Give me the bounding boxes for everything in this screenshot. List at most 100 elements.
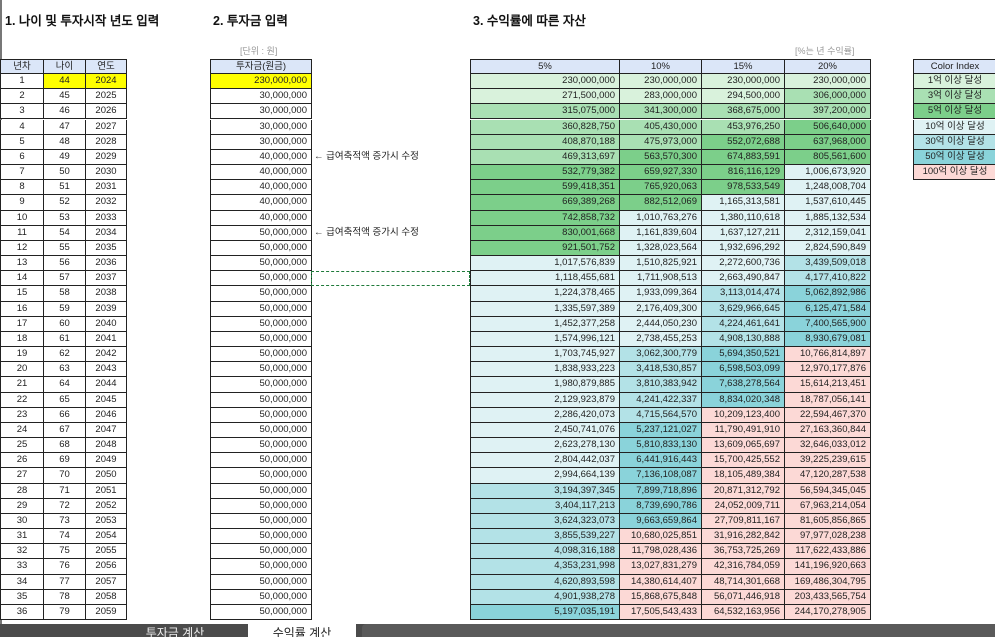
asset-value-cell[interactable]: 3,810,383,942	[619, 377, 702, 393]
table-cell[interactable]: 47	[43, 119, 86, 135]
asset-value-cell[interactable]: 42,316,784,059	[701, 559, 785, 575]
asset-value-cell[interactable]: 244,170,278,905	[784, 604, 871, 621]
table-cell[interactable]: 52	[43, 195, 86, 211]
table-cell[interactable]: 50	[43, 165, 86, 181]
investment-cell[interactable]: 50,000,000	[210, 559, 312, 575]
investment-cell[interactable]: 50,000,000	[210, 468, 312, 484]
table-cell[interactable]: 78	[43, 589, 86, 605]
asset-value-cell[interactable]: 360,828,750	[470, 119, 620, 135]
asset-value-cell[interactable]: 2,623,278,130	[470, 438, 620, 454]
asset-value-cell[interactable]: 1,933,099,364	[619, 286, 702, 302]
asset-value-cell[interactable]: 3,855,539,227	[470, 529, 620, 545]
table-cell[interactable]: 25	[0, 438, 44, 454]
table-cell[interactable]: 22	[0, 392, 44, 408]
asset-value-cell[interactable]: 4,620,893,598	[470, 574, 620, 590]
investment-cell[interactable]: 50,000,000	[210, 392, 312, 408]
investment-cell[interactable]: 230,000,000	[210, 74, 312, 90]
asset-value-cell[interactable]: 4,353,231,998	[470, 559, 620, 575]
asset-value-cell[interactable]: 10,680,025,851	[619, 529, 702, 545]
asset-value-cell[interactable]: 31,916,282,842	[701, 529, 785, 545]
table-cell[interactable]: 61	[43, 331, 86, 348]
asset-value-cell[interactable]: 816,116,129	[701, 165, 785, 181]
investment-cell[interactable]: 50,000,000	[210, 498, 312, 514]
table-cell[interactable]: 53	[43, 210, 86, 226]
investment-cell[interactable]: 50,000,000	[210, 438, 312, 454]
asset-value-cell[interactable]: 306,000,000	[784, 89, 871, 105]
table-cell[interactable]: 21	[0, 377, 44, 393]
asset-value-cell[interactable]: 24,052,009,711	[701, 498, 785, 514]
investment-cell[interactable]: 50,000,000	[210, 422, 312, 439]
asset-value-cell[interactable]: 97,977,028,238	[784, 529, 871, 545]
asset-value-cell[interactable]: 6,441,916,443	[619, 453, 702, 469]
asset-value-cell[interactable]: 1,224,378,465	[470, 286, 620, 302]
asset-value-cell[interactable]: 169,486,304,795	[784, 574, 871, 590]
table-cell[interactable]: 63	[43, 362, 86, 378]
asset-value-cell[interactable]: 6,598,503,099	[701, 362, 785, 378]
asset-value-cell[interactable]: 563,570,300	[619, 149, 702, 165]
table-cell[interactable]: 2057	[85, 574, 127, 590]
asset-value-cell[interactable]: 117,622,433,886	[784, 544, 871, 560]
table-cell[interactable]: 2052	[85, 498, 127, 514]
table-cell[interactable]: 15	[0, 286, 44, 302]
table-cell[interactable]: 2042	[85, 347, 127, 363]
asset-value-cell[interactable]: 659,927,330	[619, 165, 702, 181]
asset-value-cell[interactable]: 6,125,471,584	[784, 301, 871, 317]
asset-value-cell[interactable]: 1,637,127,211	[701, 225, 785, 241]
asset-value-cell[interactable]: 405,430,000	[619, 119, 702, 135]
asset-value-cell[interactable]: 2,450,741,076	[470, 422, 620, 439]
asset-value-cell[interactable]: 47,120,287,538	[784, 468, 871, 484]
asset-value-cell[interactable]: 4,241,422,337	[619, 392, 702, 408]
table-cell[interactable]: 17	[0, 316, 44, 332]
table-cell[interactable]: 2030	[85, 165, 127, 181]
table-cell[interactable]: 2040	[85, 316, 127, 332]
asset-value-cell[interactable]: 1,165,313,581	[701, 195, 785, 211]
asset-value-cell[interactable]: 8,834,020,348	[701, 392, 785, 408]
table-cell[interactable]: 70	[43, 468, 86, 484]
asset-value-cell[interactable]: 2,272,600,736	[701, 256, 785, 272]
investment-cell[interactable]: 50,000,000	[210, 286, 312, 302]
asset-value-cell[interactable]: 3,062,300,779	[619, 347, 702, 363]
asset-value-cell[interactable]: 81,605,856,865	[784, 513, 871, 530]
table-cell[interactable]: 34	[0, 574, 44, 590]
asset-value-cell[interactable]: 674,883,591	[701, 149, 785, 165]
asset-value-cell[interactable]: 13,027,831,279	[619, 559, 702, 575]
investment-cell[interactable]: 50,000,000	[210, 362, 312, 378]
asset-value-cell[interactable]: 2,176,409,300	[619, 301, 702, 317]
asset-value-cell[interactable]: 12,970,177,876	[784, 362, 871, 378]
table-cell[interactable]: 2024	[85, 74, 127, 90]
table-cell[interactable]: 2037	[85, 271, 127, 287]
investment-cell[interactable]: 50,000,000	[210, 407, 312, 423]
table-cell[interactable]: 2031	[85, 180, 127, 196]
asset-value-cell[interactable]: 1,980,879,885	[470, 377, 620, 393]
table-cell[interactable]: 5	[0, 134, 44, 150]
investment-cell[interactable]: 50,000,000	[210, 453, 312, 469]
asset-value-cell[interactable]: 453,976,250	[701, 119, 785, 135]
table-cell[interactable]: 2034	[85, 225, 127, 241]
table-cell[interactable]: 2035	[85, 240, 127, 257]
table-cell[interactable]: 67	[43, 422, 86, 439]
table-cell[interactable]: 3	[0, 104, 44, 120]
investment-cell[interactable]: 50,000,000	[210, 347, 312, 363]
asset-value-cell[interactable]: 56,071,446,918	[701, 589, 785, 605]
asset-value-cell[interactable]: 3,624,323,073	[470, 513, 620, 530]
table-cell[interactable]: 2025	[85, 89, 127, 105]
asset-value-cell[interactable]: 2,444,050,230	[619, 316, 702, 332]
investment-cell[interactable]: 50,000,000	[210, 377, 312, 393]
asset-value-cell[interactable]: 230,000,000	[619, 74, 702, 90]
table-cell[interactable]: 71	[43, 483, 86, 499]
asset-value-cell[interactable]: 67,963,214,054	[784, 498, 871, 514]
asset-value-cell[interactable]: 1,248,008,704	[784, 180, 871, 196]
table-cell[interactable]: 73	[43, 513, 86, 530]
table-cell[interactable]: 68	[43, 438, 86, 454]
table-cell[interactable]: 36	[0, 604, 44, 621]
asset-value-cell[interactable]: 141,196,920,663	[784, 559, 871, 575]
asset-value-cell[interactable]: 1,932,696,292	[701, 240, 785, 257]
asset-value-cell[interactable]: 5,694,350,521	[701, 347, 785, 363]
table-cell[interactable]: 2048	[85, 438, 127, 454]
table-cell[interactable]: 2038	[85, 286, 127, 302]
asset-value-cell[interactable]: 2,994,664,139	[470, 468, 620, 484]
asset-value-cell[interactable]: 230,000,000	[470, 74, 620, 90]
asset-value-cell[interactable]: 5,810,833,130	[619, 438, 702, 454]
asset-value-cell[interactable]: 11,798,028,436	[619, 544, 702, 560]
asset-value-cell[interactable]: 10,766,814,897	[784, 347, 871, 363]
